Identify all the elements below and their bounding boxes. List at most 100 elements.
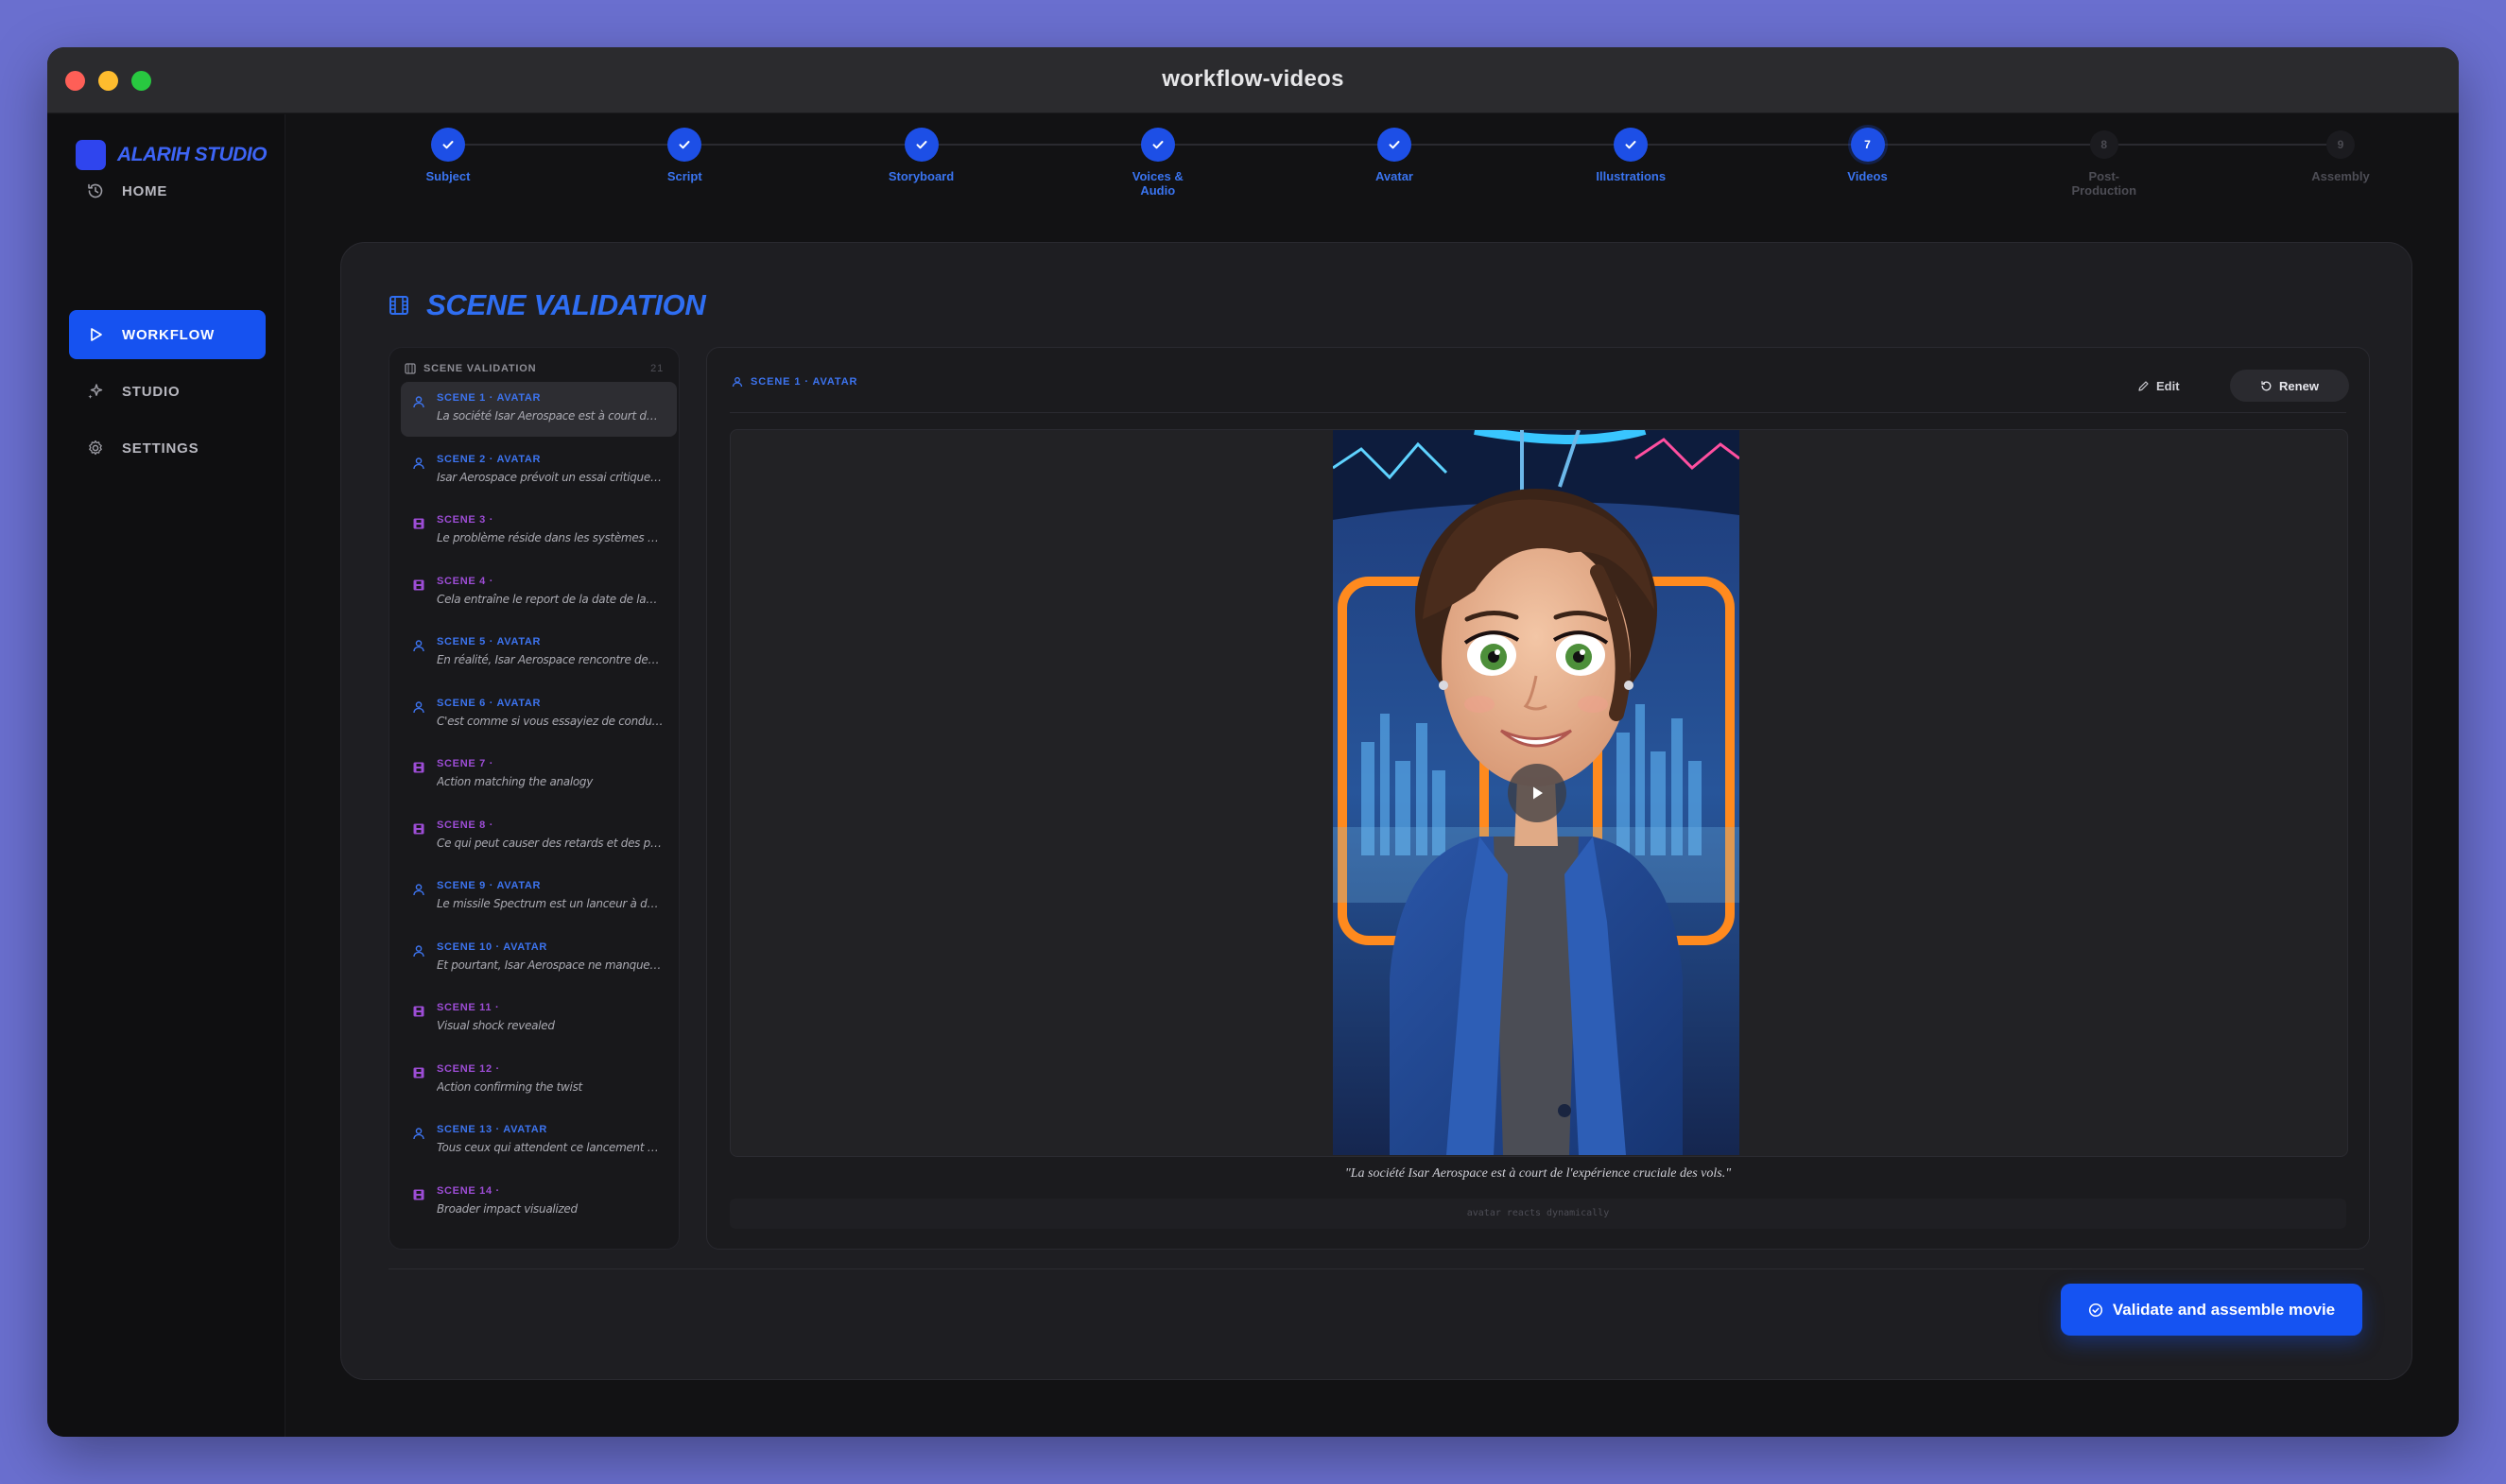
user-icon [412, 395, 425, 408]
avatar-video[interactable] [1333, 430, 1739, 1155]
sidebar-item-settings[interactable]: SETTINGS [69, 423, 266, 473]
scene-list-item[interactable]: SCENE 9 · AVATAR Le missile Spectrum est … [401, 870, 677, 924]
user-icon [412, 1127, 425, 1140]
scene-list-item[interactable]: SCENE 3 · Le problème réside dans les sys… [401, 504, 677, 559]
page-title-text: SCENE VALIDATION [426, 288, 706, 321]
scene-list-item[interactable]: SCENE 4 · Cela entraîne le report de la d… [401, 565, 677, 620]
sidebar-item-label: HOME [122, 182, 168, 199]
scene-list-item[interactable]: SCENE 12 · Action confirming the twist [401, 1053, 677, 1108]
film-icon [412, 761, 425, 774]
scene-item-title: SCENE 11 · [437, 1002, 500, 1013]
scene-list-item[interactable]: SCENE 6 · AVATAR C'est comme si vous essa… [401, 687, 677, 742]
panel-divider [389, 1268, 2364, 1269]
sidebar-item-label: STUDIO [122, 383, 181, 400]
scene-item-text: Le problème réside dans les systèmes de … [437, 531, 664, 544]
scene-list-item[interactable]: SCENE 2 · AVATAR Isar Aerospace prévoit u… [401, 443, 677, 498]
play-icon [86, 325, 105, 344]
play-button[interactable] [1508, 764, 1566, 822]
step-3[interactable]: Storyboard [855, 128, 988, 183]
step-label: Voices & Audio [1132, 169, 1184, 198]
film-icon [405, 363, 416, 374]
scene-item-title: SCENE 1 · AVATAR [437, 392, 542, 404]
step-8: 8 Post- Production [2038, 128, 2170, 198]
step-check-icon [1140, 128, 1175, 162]
sidebar-item-studio[interactable]: STUDIO [69, 367, 266, 416]
scene-item-text: Cela entraîne le report de la date de la… [437, 592, 664, 606]
scene-list-item[interactable]: SCENE 14 · Broader impact visualized [401, 1175, 677, 1230]
scene-item-title: SCENE 5 · AVATAR [437, 636, 542, 647]
step-label: Post- Production [2071, 169, 2137, 198]
scene-list-item[interactable]: SCENE 11 · Visual shock revealed [401, 992, 677, 1046]
step-check-icon [1614, 128, 1649, 162]
scene-item-text: Isar Aerospace prévoit un essai critique… [437, 470, 664, 484]
renew-button[interactable]: Renew [2230, 370, 2349, 402]
scene-caption: "La société Isar Aerospace est à court d… [1344, 1166, 1732, 1181]
scene-item-title: SCENE 6 · AVATAR [437, 697, 542, 709]
scene-count: 21 [650, 363, 664, 374]
edit-button[interactable]: Edit [2137, 371, 2180, 400]
user-icon [412, 700, 425, 714]
scene-hint: avatar reacts dynamically [730, 1199, 2346, 1229]
film-icon [412, 1188, 425, 1201]
step-9: 9 Assembly [2274, 128, 2407, 183]
page-title: SCENE VALIDATION [389, 288, 706, 322]
title-bar: workflow-videos [47, 47, 2459, 113]
scene-item-text: Et pourtant, Isar Aerospace ne manque pa… [437, 958, 664, 972]
scene-list-item[interactable]: SCENE 1 · AVATAR La société Isar Aerospac… [401, 382, 677, 437]
step-7[interactable]: 7 Videos [1802, 128, 1934, 183]
step-4[interactable]: Voices & Audio [1092, 128, 1224, 198]
sidebar-item-home[interactable]: HOME [69, 166, 266, 216]
scene-item-text: Broader impact visualized [437, 1201, 578, 1216]
history-icon [86, 181, 105, 200]
window-title: workflow-videos [1162, 66, 1344, 92]
step-2[interactable]: Script [618, 128, 751, 183]
scene-item-text: Action matching the analogy [437, 775, 594, 788]
scene-item-title: SCENE 4 · [437, 575, 494, 587]
step-number: 8 [2089, 130, 2118, 159]
user-icon [412, 944, 425, 958]
scene-list: SCENE VALIDATION 21 SCENE 1 · AVATAR La s… [389, 347, 680, 1250]
sidebar-item-workflow[interactable]: WORKFLOW [69, 310, 266, 359]
scene-item-text: Action confirming the twist [437, 1079, 582, 1094]
viewer-title: SCENE 1 · AVATAR [732, 376, 857, 388]
film-icon [412, 822, 425, 836]
step-check-icon [904, 128, 939, 162]
scene-list-item[interactable]: SCENE 7 · Action matching the analogy [401, 748, 677, 802]
scene-list-item[interactable]: SCENE 13 · AVATAR Tous ceux qui attendent… [401, 1113, 677, 1168]
scene-item-title: SCENE 7 · [437, 758, 494, 769]
validate-and-assemble-button[interactable]: Validate and assemble movie [2061, 1284, 2362, 1336]
user-icon [412, 883, 425, 896]
step-1[interactable]: Subject [382, 128, 514, 183]
step-check-icon [431, 128, 465, 162]
step-5[interactable]: Avatar [1328, 128, 1460, 183]
scene-list-item[interactable]: SCENE 8 · Ce qui peut causer des retards … [401, 809, 677, 864]
step-label: Videos [1847, 169, 1888, 183]
film-icon [412, 517, 425, 530]
step-number: 9 [2326, 130, 2355, 159]
renew-button-label: Renew [2279, 378, 2319, 393]
step-check-icon [667, 128, 702, 162]
brand-name: ALARIH STUDIO [117, 144, 268, 165]
step-label: Subject [425, 169, 471, 183]
workflow-stepper: Subject Script Storyboard Voices & Audio Ava… [350, 128, 2439, 222]
step-label: Script [666, 169, 702, 183]
step-6[interactable]: Illustrations [1564, 128, 1697, 183]
viewer-divider [730, 412, 2346, 413]
scene-item-title: SCENE 10 · AVATAR [437, 940, 548, 953]
film-icon [412, 1005, 425, 1018]
scene-list-item[interactable]: SCENE 10 · AVATAR Et pourtant, Isar Aeros… [401, 931, 677, 986]
scene-list-item[interactable]: SCENE 5 · AVATAR En réalité, Isar Aerospa… [401, 626, 677, 681]
gear-icon [86, 439, 105, 457]
step-label: Storyboard [888, 169, 955, 183]
sidebar-item-label: WORKFLOW [122, 326, 216, 343]
scene-item-text: Tous ceux qui attendent ce lancement pou… [437, 1141, 664, 1154]
play-icon [1533, 786, 1543, 800]
scene-list-title: SCENE VALIDATION [423, 363, 537, 374]
step-label: Illustrations [1596, 169, 1667, 183]
step-label: Avatar [1375, 169, 1413, 183]
scene-item-text: Visual shock revealed [437, 1019, 555, 1032]
scene-list-header: SCENE VALIDATION 21 [405, 359, 664, 378]
sidebar-item-label: SETTINGS [122, 440, 199, 457]
validate-button-label: Validate and assemble movie [2112, 1300, 2336, 1319]
scene-item-text: En réalité, Isar Aerospace rencontre des… [437, 653, 664, 666]
